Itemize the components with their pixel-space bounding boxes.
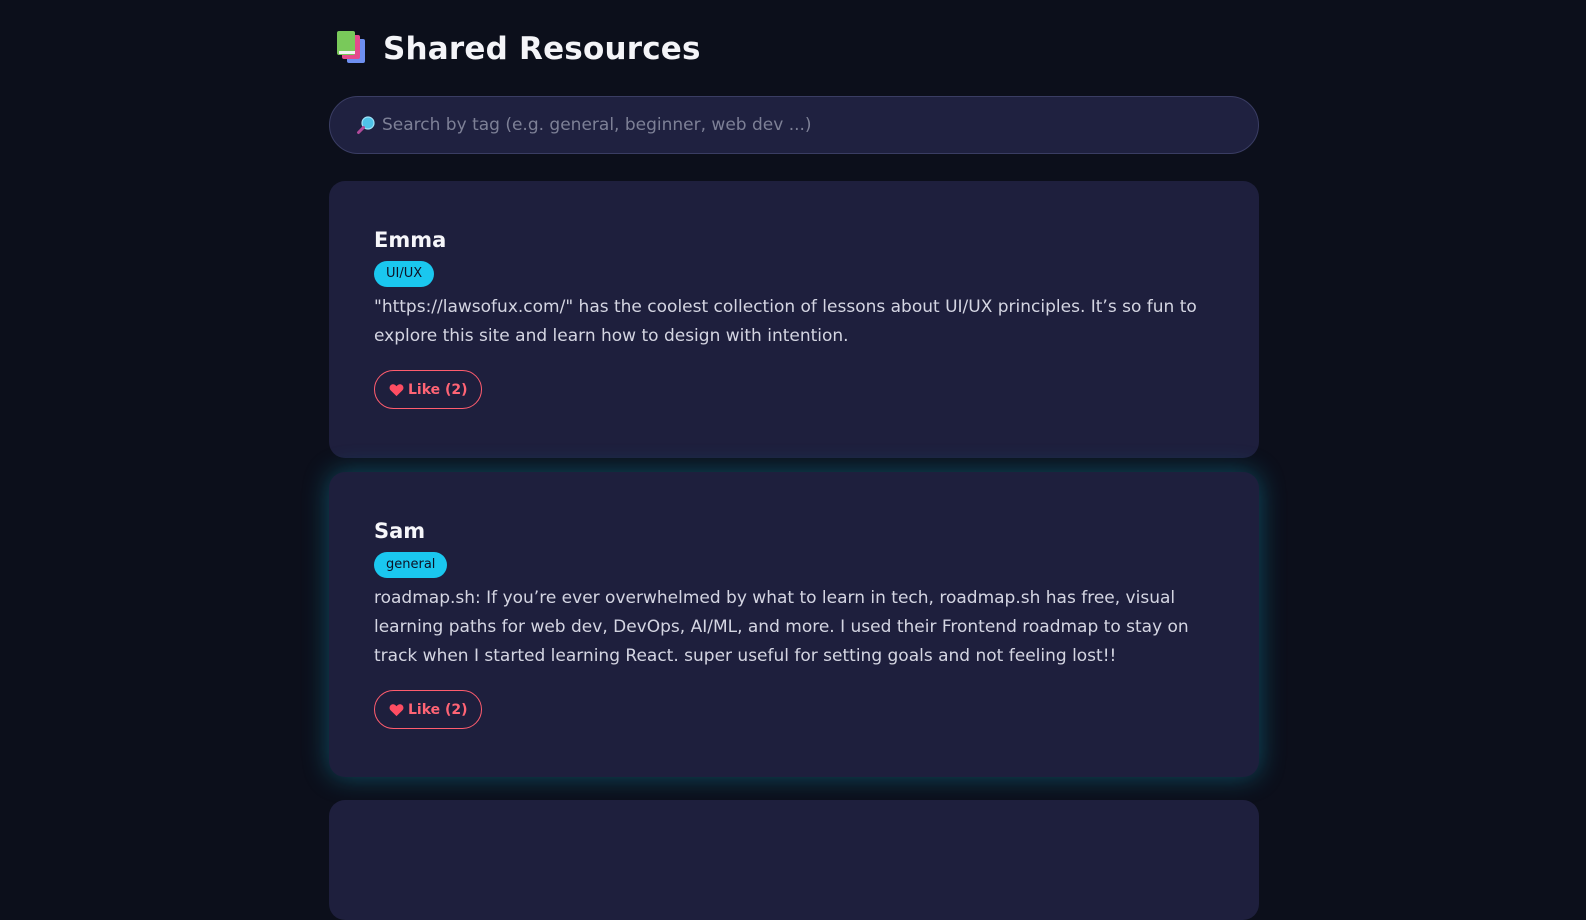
post-card: Emma UI/UX "https://lawsofux.com/" has t… xyxy=(329,181,1259,458)
post-text: roadmap.sh: If you’re ever overwhelmed b… xyxy=(374,588,1189,666)
like-button[interactable]: Like (2) xyxy=(374,370,482,409)
tag-search-bar[interactable] xyxy=(329,96,1259,154)
page-header: Shared Resources xyxy=(329,24,1259,74)
search-input[interactable] xyxy=(382,115,1242,135)
post-card xyxy=(329,800,1259,920)
post-text: "https://lawsofux.com/" has the coolest … xyxy=(374,297,1197,346)
post-author: Emma xyxy=(374,228,447,252)
post-card: Sam general roadmap.sh: If you’re ever o… xyxy=(329,472,1259,777)
like-button[interactable]: Like (2) xyxy=(374,690,482,729)
resources-page: Shared Resources Emma UI/UX "https://law… xyxy=(329,0,1259,920)
tag-badge[interactable]: UI/UX xyxy=(374,261,435,287)
like-label: Like (2) xyxy=(408,381,468,398)
heart-icon xyxy=(389,703,404,716)
magnifier-icon xyxy=(357,116,375,134)
post-author: Sam xyxy=(374,519,426,543)
tag-badge[interactable]: general xyxy=(374,552,448,578)
heart-icon xyxy=(389,383,404,396)
like-label: Like (2) xyxy=(408,701,468,718)
page-title: Shared Resources xyxy=(383,31,701,67)
books-icon xyxy=(337,31,365,63)
